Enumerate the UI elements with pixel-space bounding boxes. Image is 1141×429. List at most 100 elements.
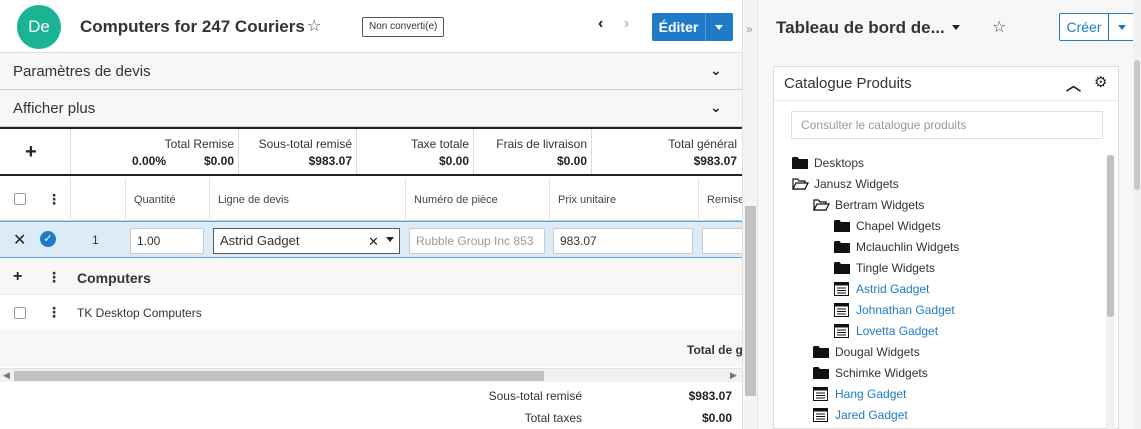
folder-icon xyxy=(834,219,850,233)
part-number-field: Rubble Group Inc 853 xyxy=(409,228,545,254)
summary-subtotal-value: $983.07 xyxy=(688,389,732,403)
total-value: $983.07 xyxy=(693,154,737,168)
group-row: + ⋮ Computers xyxy=(0,259,742,295)
column-header-line-item[interactable]: Ligne de devis xyxy=(209,178,405,221)
product-catalog-dashlet: Catalogue Produits ︿ ⚙ Consulter le cata… xyxy=(773,66,1119,429)
line-item-dropdown-caret-icon[interactable] xyxy=(386,237,394,242)
scrollbar-thumb[interactable] xyxy=(14,371,544,381)
total-discount-percent: 0.00% xyxy=(131,154,166,168)
unit-price-input[interactable]: 983.07 xyxy=(553,228,693,254)
tree-item-label: Tingle Widgets xyxy=(856,261,935,275)
pane-scrollbar[interactable] xyxy=(1133,0,1141,429)
summary-tax-label: Total taxes xyxy=(524,411,582,425)
total-shipping: Frais de livraison $0.00 xyxy=(473,129,591,174)
total-tax: Taxe totale $0.00 xyxy=(356,129,473,174)
tree-item-label: Lovetta Gadget xyxy=(856,324,939,338)
product-list-icon xyxy=(834,303,850,317)
line-item-value: Astrid Gadget xyxy=(220,233,300,248)
caret-down-icon xyxy=(1118,25,1126,30)
total-caption: Taxe totale xyxy=(410,137,469,151)
select-all-checkbox[interactable] xyxy=(14,193,26,205)
total-caption: Total Remise xyxy=(164,137,234,151)
edit-button[interactable]: Éditer xyxy=(652,13,706,41)
create-button[interactable]: Créer xyxy=(1059,13,1109,41)
folder-icon xyxy=(813,345,829,359)
catalog-search-input[interactable]: Consulter le catalogue produits xyxy=(791,111,1103,139)
record-avatar: De xyxy=(17,5,61,49)
column-header-discount[interactable]: Remise xyxy=(698,178,742,221)
folder-icon xyxy=(792,156,808,170)
tree-item-label: Chapel Widgets xyxy=(856,219,941,233)
total-discounted-subtotal: Sous-total remisé $983.07 xyxy=(238,129,356,174)
dashboard-caret-down-icon[interactable] xyxy=(952,25,960,30)
cancel-edit-x-icon[interactable]: ✕ xyxy=(13,230,26,250)
vertical-scrollbar-thumb[interactable] xyxy=(745,206,756,396)
editing-row: ✕ ✓ 1 1.00 Astrid Gadget ✕ Rubble Group … xyxy=(0,221,742,258)
scroll-left-arrow-icon[interactable]: ◀ xyxy=(3,370,10,381)
folder-icon xyxy=(813,366,829,380)
previous-record-chevron-icon[interactable]: ‹ xyxy=(598,15,603,33)
gear-icon[interactable]: ⚙ xyxy=(1094,73,1107,91)
chevron-down-icon[interactable]: ⌄ xyxy=(710,62,722,79)
add-group-plus-icon[interactable]: + xyxy=(25,141,37,164)
column-header-part-number[interactable]: Numéro de pièce xyxy=(405,178,549,221)
scrollbar-thumb[interactable] xyxy=(1107,155,1114,317)
column-header-quantity[interactable]: Quantité xyxy=(125,178,209,221)
tree-item-label: Desktops xyxy=(814,156,865,170)
column-header-index xyxy=(70,178,125,221)
totals-bar: + Total Remise 0.00% $0.00 Sous-total re… xyxy=(0,127,742,176)
add-line-plus-icon[interactable]: + xyxy=(13,268,22,286)
grand-total-label: Total de g xyxy=(687,343,742,357)
grid-header: ⋮ Quantité Ligne de devis Numéro de pièc… xyxy=(0,178,742,221)
quote-params-section[interactable]: Paramètres de devis ⌄ xyxy=(0,53,742,90)
group-kebab-icon[interactable]: ⋮ xyxy=(47,270,61,284)
header-kebab-icon[interactable]: ⋮ xyxy=(47,192,61,206)
tree-item-label: Dougal Widgets xyxy=(835,345,920,359)
scroll-right-arrow-icon[interactable]: ▶ xyxy=(730,370,737,381)
create-dropdown-button[interactable] xyxy=(1108,13,1136,41)
summary-subtotal-label: Sous-total remisé xyxy=(488,389,582,403)
pane-splitter[interactable]: » xyxy=(742,0,758,429)
row-kebab-icon[interactable]: ⋮ xyxy=(47,305,61,319)
discount-input[interactable] xyxy=(702,228,742,254)
row-checkbox[interactable] xyxy=(14,307,26,319)
row-number: 1 xyxy=(92,233,99,247)
dashlet-title: Catalogue Produits xyxy=(784,75,912,92)
chevron-down-icon[interactable]: ⌄ xyxy=(710,99,722,116)
dashlet-header: Catalogue Produits ︿ ⚙ xyxy=(774,67,1118,101)
tree-item-label: Jared Gadget xyxy=(835,408,908,422)
tree-item-label: Bertram Widgets xyxy=(835,198,925,212)
tree-item-label: Mclauchlin Widgets xyxy=(856,240,960,254)
edit-dropdown-button[interactable] xyxy=(706,13,733,41)
quote-editor-pane: De Computers for 247 Couriers ☆ Non conv… xyxy=(0,0,742,429)
tree-item-label: Hang Gadget xyxy=(835,387,907,401)
summary-tax-value: $0.00 xyxy=(701,411,732,425)
quantity-input[interactable]: 1.00 xyxy=(130,228,204,254)
tree-item-label: Schimke Widgets xyxy=(835,366,928,380)
table-row[interactable]: ⋮ TK Desktop Computers xyxy=(0,295,742,330)
clear-selection-x-icon[interactable]: ✕ xyxy=(368,234,379,250)
expand-pane-chevron-icon[interactable]: » xyxy=(746,22,753,36)
status-badge: Non converti(e) xyxy=(362,17,445,37)
tree-item-label: Johnathan Gadget xyxy=(856,303,955,317)
tree-item-label: Janusz Widgets xyxy=(814,177,899,191)
dashboard-favorite-star-icon[interactable]: ☆ xyxy=(992,17,1006,37)
dashboard-title[interactable]: Tableau de bord de... xyxy=(776,18,945,38)
total-value: $0.00 xyxy=(556,154,587,168)
save-row-check-icon[interactable]: ✓ xyxy=(40,231,56,247)
total-value: $983.07 xyxy=(308,154,352,168)
tree-item-label: Astrid Gadget xyxy=(856,282,930,296)
collapse-chevron-up-icon[interactable]: ︿ xyxy=(1066,74,1081,95)
dashboard-pane: Tableau de bord de... ☆ Créer Catalogue … xyxy=(758,0,1141,429)
favorite-star-icon[interactable]: ☆ xyxy=(307,16,321,36)
folder-icon xyxy=(834,261,850,275)
total-caption: Sous-total remisé xyxy=(258,137,352,151)
horizontal-scrollbar[interactable]: ◀ ▶ xyxy=(0,368,742,382)
tree-scrollbar[interactable] xyxy=(1106,155,1115,429)
section-label: Paramètres de devis xyxy=(13,63,151,80)
total-caption: Frais de livraison xyxy=(496,137,587,151)
next-record-chevron-icon[interactable]: › xyxy=(624,15,629,33)
scrollbar-thumb[interactable] xyxy=(1134,60,1140,190)
show-more-section[interactable]: Afficher plus ⌄ xyxy=(0,90,742,127)
column-header-unit-price[interactable]: Prix unitaire xyxy=(549,178,698,221)
